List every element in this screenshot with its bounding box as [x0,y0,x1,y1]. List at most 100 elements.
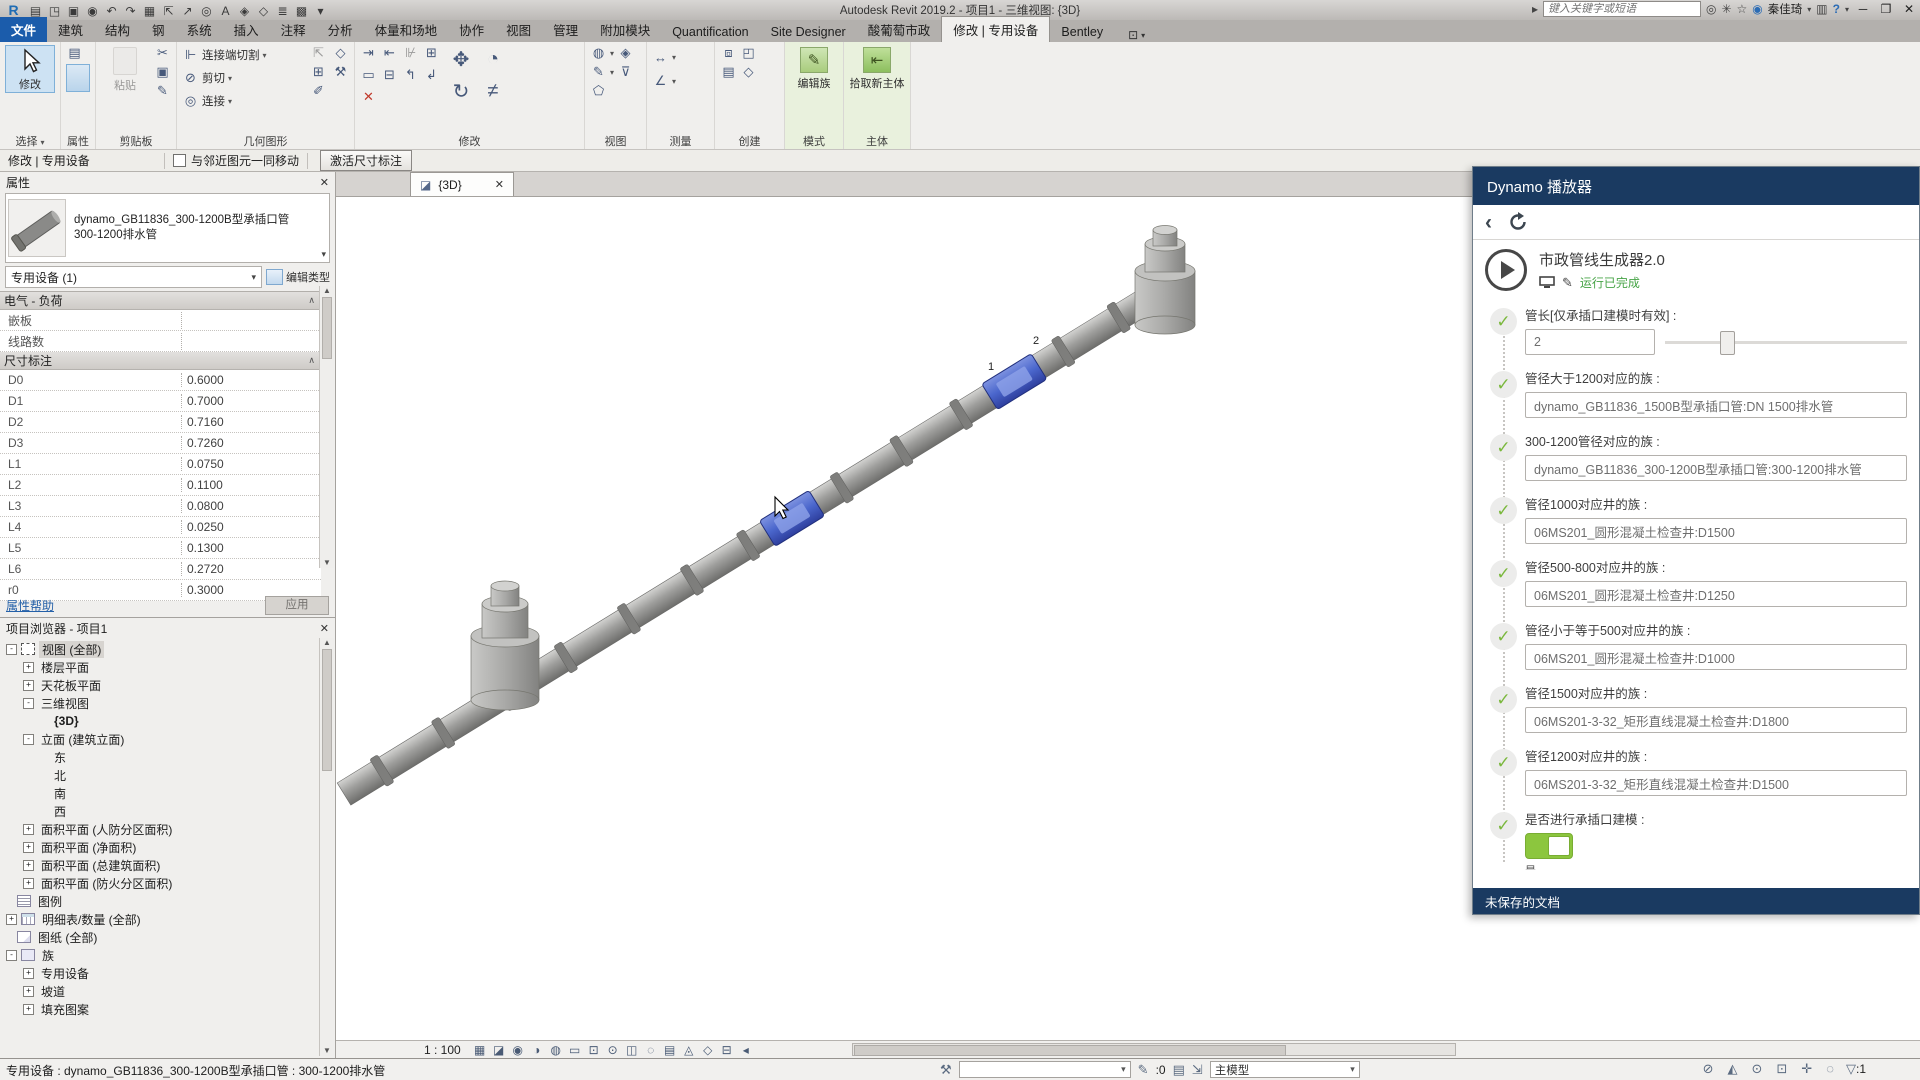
sun-path-icon[interactable]: ◉ [510,1042,526,1057]
tree-item-label[interactable]: 北 [51,767,69,784]
tree-item-label[interactable]: 填充图案 [38,1001,92,1018]
parameter-value[interactable]: 0.1300 [182,541,224,555]
parameter-value[interactable]: 0.1100 [182,478,223,492]
pipe-length-input[interactable] [1525,329,1655,355]
socket-modeling-toggle[interactable] [1525,833,1573,859]
move-with-nearby-checkbox[interactable]: 与邻近图元一同移动 [173,152,299,169]
tree-item-label[interactable]: 视图 (全部) [39,641,104,658]
back-icon[interactable]: ‹ [1485,212,1492,233]
dynamo-input-3[interactable] [1525,518,1907,544]
minimize-button[interactable]: ─ [1854,2,1872,16]
tab-7[interactable]: 分析 [317,17,364,42]
parameter-value[interactable]: 0.6000 [182,373,224,387]
parameter-value[interactable]: 0.0250 [182,520,224,534]
match-type-properties-icon[interactable]: ✎ [154,83,171,99]
customize-quick-access-icon[interactable]: ▾ [312,4,329,18]
delete-icon[interactable]: ✕ [360,89,377,105]
search-expand-caret-icon[interactable]: ▸ [1532,2,1538,16]
tree-item-label[interactable]: 坡道 [38,983,68,1000]
section-icon[interactable]: ◇ [255,4,272,18]
default-3d-view-icon[interactable]: ◈ [236,4,253,18]
undo-icon[interactable]: ↶ [103,4,120,18]
tree-item-label[interactable]: 西 [51,803,69,820]
open-icon[interactable]: ◳ [46,4,63,18]
offset-icon[interactable]: ⇤ [381,45,398,61]
collapse-group-icon[interactable]: ∧ [308,355,315,366]
properties-scrollbar[interactable]: ▲▼ [319,286,334,568]
drag-elements-on-selection-icon[interactable]: ✛ [1801,1061,1812,1077]
output-icon[interactable] [1539,276,1555,289]
close-browser-icon[interactable]: ✕ [320,622,329,635]
tree-item-label[interactable]: 楼层平面 [38,659,92,676]
temporary-hide-isolate-icon[interactable]: ◫ [624,1042,640,1057]
properties-panel-label[interactable]: 属性 [61,133,95,148]
expand-icon[interactable]: + [6,914,17,925]
tree-item[interactable]: +面积平面 (防火分区面积) [0,874,335,892]
parameter-group-header[interactable]: 电气 - 负荷∧ [0,292,321,310]
tab-9[interactable]: 协作 [448,17,495,42]
beam-joins-icon[interactable]: ⊞ [310,64,327,80]
measure-angle-icon[interactable]: ∠ [652,73,669,89]
select-underlay-elements-icon[interactable]: ◭ [1728,1061,1738,1077]
wall-joins-icon[interactable]: ✐ [310,83,327,99]
view-lightbulb-icon[interactable]: ◍ [590,45,607,61]
expand-icon[interactable]: + [23,968,34,979]
tree-item[interactable]: 南 [0,784,335,802]
tab-1[interactable]: 建筑 [47,17,94,42]
shadows-icon[interactable]: ◑ [529,1042,545,1057]
tree-item-label[interactable]: 面积平面 (人防分区面积) [38,821,175,838]
refresh-icon[interactable] [1508,212,1528,232]
mirror-draw-axis-icon[interactable]: ▭ [360,67,377,83]
dynamo-input-5[interactable] [1525,644,1907,670]
tree-item[interactable]: -视图 (全部) [0,640,335,658]
tab-8[interactable]: 体量和场地 [364,17,449,42]
cut-geometry-button[interactable]: ⊘剪切▾ [182,68,305,88]
edit-type-button[interactable]: 编辑类型 [266,269,330,285]
collapse-group-icon[interactable]: ∧ [308,295,315,306]
tree-item-label[interactable]: 东 [51,749,69,766]
view-scale-button[interactable]: 1 : 100 [424,1043,461,1057]
demolish-hammer-icon[interactable]: ⚒ [332,64,349,80]
tab-16[interactable]: 修改 | 专用设备 [941,16,1050,42]
measure-length-icon[interactable]: ↔ [652,49,669,65]
type-properties-icon[interactable]: ▤ [66,45,83,61]
expand-icon[interactable]: + [23,842,34,853]
tree-item-label[interactable]: 天花板平面 [38,677,104,694]
parameter-value[interactable]: 0.2720 [182,562,224,576]
pin-icon[interactable]: ⊟ [381,67,398,83]
tab-3[interactable]: 钢 [141,17,176,42]
redo-icon[interactable]: ↷ [122,4,139,18]
close-button[interactable]: ✕ [1900,2,1918,16]
revit-logo[interactable]: R [5,2,22,18]
tree-item[interactable]: 西 [0,802,335,820]
expand-icon[interactable]: + [23,986,34,997]
collapse-icon[interactable]: - [23,698,34,709]
tab-2[interactable]: 结构 [94,17,141,42]
type-selector-caret-icon[interactable]: ▾ [321,249,326,260]
edit-family-button[interactable]: ✎ 编辑族 [790,45,838,91]
dynamo-input-6[interactable] [1525,707,1907,733]
print-icon[interactable]: ▦ [141,4,158,18]
temporary-view-properties-icon[interactable]: ▤ [662,1042,678,1057]
create-group-icon[interactable]: ⧈ [720,45,737,61]
dynamo-input-4[interactable] [1525,581,1907,607]
tree-item[interactable]: +天花板平面 [0,676,335,694]
dynamo-input-1[interactable] [1525,392,1907,418]
tree-item[interactable]: 图纸 (全部) [0,928,335,946]
cope-button[interactable]: ⊩连接端切割▾ [182,45,305,65]
tree-item-label[interactable]: 立面 (建筑立面) [38,731,127,748]
tree-item-label[interactable]: 图纸 (全部) [35,929,100,946]
tree-item[interactable]: -族 [0,946,335,964]
select-pinned-elements-icon[interactable]: ⊙ [1752,1061,1763,1077]
browser-scrollbar[interactable]: ▲▼ [319,638,334,1056]
tab-15[interactable]: 酸葡萄市政 [857,17,942,42]
mirror-pick-axis-icon[interactable]: ⊮ [402,45,419,61]
expand-icon[interactable]: + [23,824,34,835]
tab-6[interactable]: 注释 [270,17,317,42]
trim-extend-icon[interactable]: ↰ [402,67,419,83]
search-icon[interactable]: ◎ [1706,2,1716,16]
tree-item[interactable]: -立面 (建筑立面) [0,730,335,748]
tree-item-label[interactable]: 专用设备 [38,965,92,982]
tree-item[interactable]: +填充图案 [0,1000,335,1018]
new-icon[interactable]: ▤ [27,4,44,18]
